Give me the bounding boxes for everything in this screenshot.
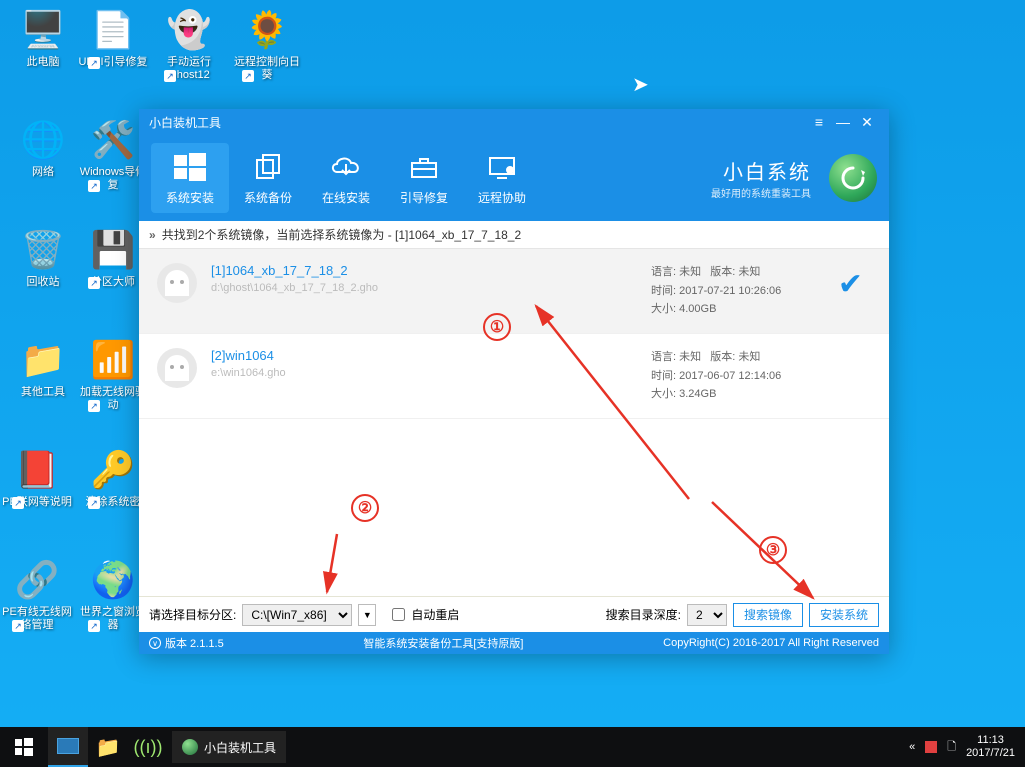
window-title: 小白装机工具 bbox=[149, 114, 807, 131]
tab-backup[interactable]: 系统备份 bbox=[229, 143, 307, 213]
image-row[interactable]: [2]win1064 e:\win1064.gho 语言: 未知 版本: 未知 … bbox=[139, 334, 889, 419]
desktop-icon-sunflower[interactable]: 🌻↗远程控制向日葵 bbox=[232, 6, 302, 82]
close-button[interactable]: ✕ bbox=[855, 114, 879, 131]
toolbar: 系统安装 系统备份 在线安装 引导修复 远程协助 小白系统 最好用的系统重装工具 bbox=[139, 135, 889, 221]
status-center: 智能系统安装备份工具[支持原版] bbox=[363, 635, 523, 651]
tray-chevron-icon[interactable]: « bbox=[909, 741, 915, 753]
chevron-right-icon: » bbox=[149, 228, 156, 242]
status-bar: ∨版本 2.1.1.5 智能系统安装备份工具[支持原版] CopyRight(C… bbox=[139, 632, 889, 654]
tab-bootfix[interactable]: 引导修复 bbox=[385, 143, 463, 213]
menu-button[interactable]: ≡ bbox=[807, 114, 831, 130]
start-button[interactable] bbox=[0, 727, 48, 767]
annotation-3: ③ bbox=[759, 536, 787, 564]
taskbar: 📁 ((ı)) 小白装机工具 « 🗋 11:13 2017/7/21 bbox=[0, 727, 1025, 767]
taskbar-app[interactable]: 小白装机工具 bbox=[172, 731, 286, 763]
ghost-icon bbox=[157, 348, 197, 388]
depth-select[interactable]: 2 bbox=[687, 604, 727, 626]
desktop-icon-browser[interactable]: 🌍↗世界之窗浏览器 bbox=[78, 556, 148, 632]
desktop-icon-tools[interactable]: 📁其他工具 bbox=[8, 336, 78, 399]
cloud-download-icon bbox=[328, 151, 364, 183]
desktop-icon-network[interactable]: 🌐网络 bbox=[8, 116, 78, 179]
desktop-icon-wifi[interactable]: 📶↗加载无线网驱动 bbox=[78, 336, 148, 412]
desktop-icon-computer[interactable]: 🖥️此电脑 bbox=[8, 6, 78, 69]
ghost-icon bbox=[157, 263, 197, 303]
tray-battery-icon[interactable]: 🗋 bbox=[947, 738, 956, 757]
image-row[interactable]: [1]1064_xb_17_7_18_2 d:\ghost\1064_xb_17… bbox=[139, 249, 889, 334]
copyright: CopyRight(C) 2016-2017 All Right Reserve… bbox=[663, 637, 879, 649]
depth-label: 搜索目录深度: bbox=[606, 606, 681, 623]
system-tray[interactable]: « 🗋 11:13 2017/7/21 bbox=[909, 734, 1025, 760]
desktop-icon-recycle[interactable]: 🗑️回收站 bbox=[8, 226, 78, 289]
tab-install[interactable]: 系统安装 bbox=[151, 143, 229, 213]
taskbar-wifi-icon[interactable]: ((ı)) bbox=[128, 727, 168, 767]
brand-logo-icon bbox=[829, 154, 877, 202]
check-icon: ✔ bbox=[838, 267, 863, 302]
search-button[interactable]: 搜索镜像 bbox=[733, 603, 803, 627]
version-label: ∨版本 2.1.1.5 bbox=[149, 635, 224, 651]
annotation-1: ① bbox=[483, 313, 511, 341]
tray-flag-icon[interactable] bbox=[925, 741, 937, 753]
desktop-icon-pdf[interactable]: 📕↗PE联网等说明 bbox=[2, 446, 72, 509]
taskbar-taskview[interactable] bbox=[48, 727, 88, 767]
dropdown-icon[interactable]: ▼ bbox=[358, 604, 376, 626]
install-button[interactable]: 安装系统 bbox=[809, 603, 879, 627]
app-icon bbox=[182, 739, 198, 755]
image-path: e:\win1064.gho bbox=[211, 367, 651, 379]
titlebar[interactable]: 小白装机工具 ≡ — ✕ bbox=[139, 109, 889, 135]
desktop-icon-clearpwd[interactable]: 🔑↗清除系统密 bbox=[78, 446, 148, 509]
tray-clock[interactable]: 11:13 2017/7/21 bbox=[966, 734, 1015, 760]
image-name: [1]1064_xb_17_7_18_2 bbox=[211, 263, 651, 278]
app-window: 小白装机工具 ≡ — ✕ 系统安装 系统备份 在线安装 引导修复 远程协助 小白… bbox=[139, 109, 889, 654]
annotation-2: ② bbox=[351, 494, 379, 522]
toolbox-icon bbox=[406, 151, 442, 183]
desktop-icon-netmgr[interactable]: 🔗↗PE有线无线网络管理 bbox=[2, 556, 72, 632]
tab-online[interactable]: 在线安装 bbox=[307, 143, 385, 213]
copy-icon bbox=[250, 151, 286, 183]
desktop-icon-winrepair[interactable]: 🛠️↗Widnows导修复 bbox=[78, 116, 148, 192]
bottom-bar: 请选择目标分区: C:\[Win7_x86] ▼ 自动重启 搜索目录深度: 2 … bbox=[139, 596, 889, 632]
info-text: 共找到2个系统镜像，当前选择系统镜像为 - [1]1064_xb_17_7_18… bbox=[162, 226, 521, 243]
windows-icon bbox=[172, 151, 208, 183]
image-props: 语言: 未知 版本: 未知 时间: 2017-06-07 12:14:06 大小… bbox=[651, 348, 871, 404]
minimize-button[interactable]: — bbox=[831, 114, 855, 130]
desktop-icon-partition[interactable]: 💾↗分区大师 bbox=[78, 226, 148, 289]
tab-remote[interactable]: 远程协助 bbox=[463, 143, 541, 213]
auto-restart-checkbox[interactable] bbox=[392, 608, 405, 621]
remote-icon bbox=[484, 151, 520, 183]
taskbar-explorer[interactable]: 📁 bbox=[88, 727, 128, 767]
target-label: 请选择目标分区: bbox=[149, 606, 236, 623]
image-path: d:\ghost\1064_xb_17_7_18_2.gho bbox=[211, 282, 651, 294]
info-bar: » 共找到2个系统镜像，当前选择系统镜像为 - [1]1064_xb_17_7_… bbox=[139, 221, 889, 249]
desktop-icon-uefi[interactable]: 📄↗UEFI引导修复 bbox=[78, 6, 148, 69]
desktop-icon-ghost[interactable]: 👻↗手动运行Ghost12 bbox=[154, 6, 224, 82]
brand: 小白系统 最好用的系统重装工具 bbox=[711, 156, 821, 200]
auto-restart-label: 自动重启 bbox=[411, 606, 459, 623]
image-name: [2]win1064 bbox=[211, 348, 651, 363]
target-select[interactable]: C:\[Win7_x86] bbox=[242, 604, 352, 626]
